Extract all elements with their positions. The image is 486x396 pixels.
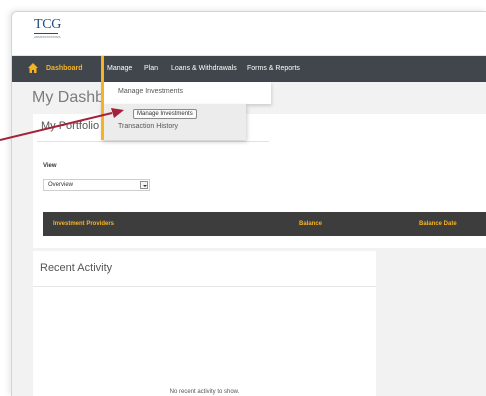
logo-subtext: ADMINISTRATORS xyxy=(34,35,61,39)
portfolio-divider xyxy=(37,141,269,142)
tcg-logo[interactable]: TCG ADMINISTRATORS xyxy=(34,17,62,47)
recent-activity-panel: Recent Activity No recent activity to sh… xyxy=(33,251,376,396)
nav-manage[interactable]: Manage xyxy=(107,56,132,82)
view-select-value: Overview xyxy=(48,182,74,188)
top-header: TCG ADMINISTRATORS xyxy=(12,12,486,56)
view-select[interactable]: Overview xyxy=(43,179,150,191)
activity-title: Recent Activity xyxy=(40,262,113,274)
activity-divider xyxy=(33,286,376,287)
logo-text: TCG xyxy=(34,17,62,34)
column-balance[interactable]: Balance xyxy=(299,212,322,236)
main-nav: Dashboard Manage Plan Loans & Withdrawal… xyxy=(12,56,486,82)
nav-dashboard[interactable]: Dashboard xyxy=(46,56,83,82)
nav-plan[interactable]: Plan xyxy=(144,56,158,82)
nav-forms-reports[interactable]: Forms & Reports xyxy=(247,56,300,82)
empty-activity-message: No recent activity to show. xyxy=(169,389,240,395)
dropdown-item-transaction-history[interactable]: Transaction History xyxy=(118,123,178,130)
portfolio-title: My Portfolio xyxy=(41,120,100,132)
column-investment-providers[interactable]: Investment Providers xyxy=(53,212,114,236)
manage-investments-tooltip: Manage Investments xyxy=(133,109,197,119)
chevron-down-icon[interactable] xyxy=(140,181,148,189)
dropdown-item-manage-investments[interactable]: Manage Investments xyxy=(118,88,183,95)
browser-frame: TCG ADMINISTRATORS Dashboard Manage Plan… xyxy=(11,11,486,396)
home-icon[interactable] xyxy=(27,62,39,74)
nav-loans-withdrawals[interactable]: Loans & Withdrawals xyxy=(171,56,237,82)
view-label: View xyxy=(43,163,57,169)
nav-active-indicator xyxy=(101,56,104,82)
column-balance-date[interactable]: Balance Date xyxy=(419,212,457,236)
manage-dropdown: Manage Investments xyxy=(101,82,271,104)
providers-table-header: Investment Providers Balance Balance Dat… xyxy=(43,212,486,236)
